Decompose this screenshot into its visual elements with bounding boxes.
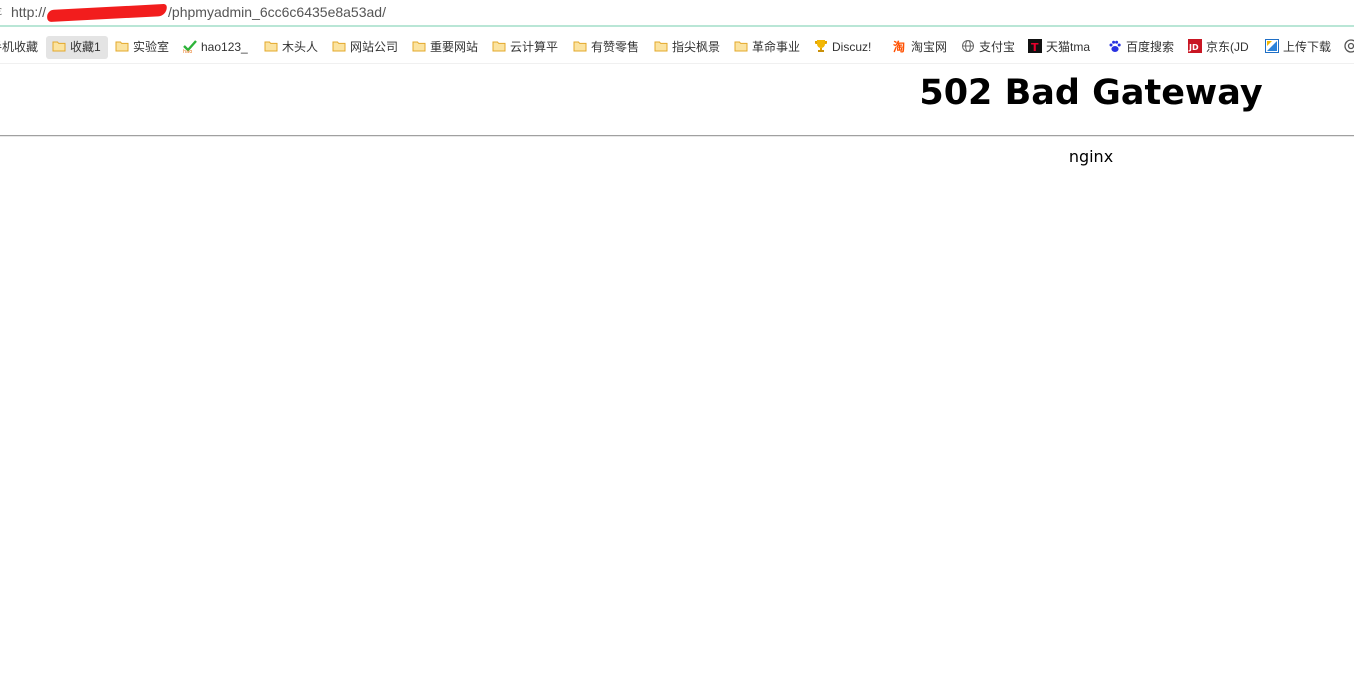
bookmark-hao123[interactable]: hao hao123_	[183, 36, 251, 59]
bookmark-jd[interactable]: JD 京东(JD	[1188, 36, 1254, 59]
upload-icon	[1265, 39, 1279, 53]
folder-icon	[654, 39, 668, 53]
page-title: 502 Bad Gateway	[919, 73, 1263, 113]
bookmark-discuz[interactable]: Discuz!	[814, 36, 876, 59]
bookmark-folder-important-sites[interactable]: 重要网站	[412, 36, 484, 59]
folder-icon	[573, 39, 587, 53]
bookmark-taobao[interactable]: 淘 淘宝网	[893, 36, 953, 59]
bookmark-label: 革命事业	[752, 40, 801, 54]
folder-icon	[734, 39, 748, 53]
bookmark-folder-fingertip-maple[interactable]: 指尖枫景	[654, 36, 726, 59]
server-name: nginx	[1068, 147, 1114, 166]
bookmark-folder-web-companies[interactable]: 网站公司	[332, 36, 404, 59]
address-bar[interactable]: ε http:// /phpmyadmin_6cc6c6435e8a53ad/	[0, 0, 1354, 27]
bookmark-label: 实验室	[133, 40, 170, 54]
svg-text:JD: JD	[1188, 43, 1199, 52]
bookmark-label: 淘宝网	[911, 40, 948, 54]
url-field[interactable]: http:// /phpmyadmin_6cc6c6435e8a53ad/	[11, 4, 386, 23]
bookmark-label: 手机收藏	[0, 40, 39, 54]
bookmark-folder-youzan-retail[interactable]: 有赞零售	[573, 36, 640, 59]
folder-icon	[332, 39, 346, 53]
url-prefix: http://	[11, 4, 47, 20]
bookmark-folder-revolution[interactable]: 革命事业	[734, 36, 806, 59]
bookmark-label: 天猫tma	[1046, 40, 1091, 54]
bookmark-label: 指尖枫景	[672, 40, 721, 54]
bookmark-label: 支付宝	[979, 40, 1016, 54]
baidu-paw-icon	[1108, 39, 1122, 53]
bookmarks-bar: 手机收藏 收藏1 实验室 hao hao123_ 木头人 网站公司 重要网站 云	[0, 29, 1354, 64]
redaction-mark	[46, 4, 168, 23]
folder-icon	[492, 39, 506, 53]
url-suffix: /phpmyadmin_6cc6c6435e8a53ad/	[168, 4, 386, 20]
bookmark-label: 重要网站	[430, 40, 479, 54]
bookmark-overflow-icon[interactable]	[1344, 36, 1354, 59]
bookmark-label: hao123_	[201, 40, 248, 54]
bookmark-folder-cloud-computing[interactable]: 云计算平	[492, 36, 558, 59]
svg-text:淘: 淘	[893, 39, 905, 53]
bookmark-label: 上传下载	[1283, 40, 1332, 54]
bookmark-folder-wooden-man[interactable]: 木头人	[264, 36, 326, 59]
bookmark-folder-lab[interactable]: 实验室	[115, 36, 177, 59]
divider	[0, 135, 1354, 137]
bookmark-alipay[interactable]: 支付宝	[961, 36, 1021, 59]
tmall-icon: T	[1028, 39, 1042, 53]
bookmark-label: 云计算平	[510, 40, 558, 54]
chrome-partial-icon	[1344, 39, 1354, 53]
svg-text:hao: hao	[183, 49, 192, 53]
folder-icon	[115, 39, 129, 53]
folder-icon	[264, 39, 278, 53]
bookmark-label: 百度搜索	[1126, 40, 1175, 54]
bookmark-label: 木头人	[282, 40, 319, 54]
bookmark-mobile-favorites[interactable]: 手机收藏	[0, 36, 40, 59]
folder-icon	[52, 39, 66, 53]
jd-icon: JD	[1188, 39, 1202, 53]
hao-icon: hao	[183, 39, 197, 53]
bookmark-label: 收藏1	[70, 40, 101, 54]
bookmark-tmall[interactable]: T 天猫tma	[1028, 36, 1096, 59]
bookmark-baidu-search[interactable]: 百度搜索	[1108, 36, 1180, 59]
bookmark-label: Discuz!	[832, 40, 872, 54]
globe-icon	[961, 39, 975, 53]
bookmark-upload-download[interactable]: 上传下载	[1265, 36, 1337, 59]
bookmark-folder-favorites1[interactable]: 收藏1	[46, 36, 108, 59]
address-bar-edge-glyph: ε	[0, 4, 3, 18]
bookmark-label: 有赞零售	[591, 40, 640, 54]
folder-icon	[412, 39, 426, 53]
bookmark-label: 网站公司	[350, 40, 399, 54]
trophy-icon	[814, 39, 828, 53]
bookmark-label: 京东(JD	[1206, 40, 1249, 54]
svg-text:T: T	[1031, 41, 1039, 53]
taobao-icon: 淘	[893, 39, 907, 53]
